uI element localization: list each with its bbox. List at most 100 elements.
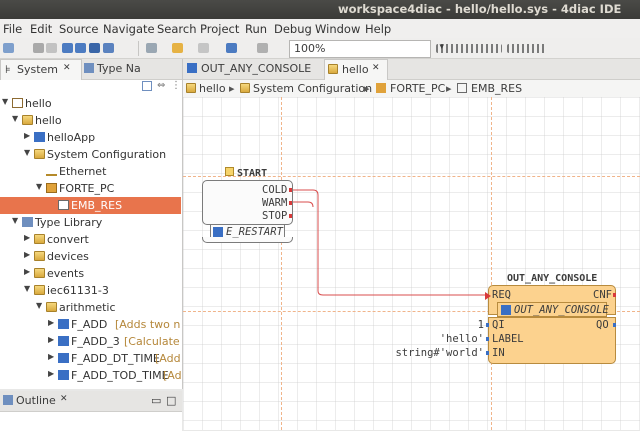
tree-item-iec61131-3[interactable]: ▼ iec61131-3 [0,282,180,299]
forward-icon[interactable] [198,43,209,53]
diagram-canvas[interactable]: START COLD WARM STOP E_RESTART OUT_ANY_C… [183,97,640,430]
menu-bar: File Edit Source Navigate Search Project… [0,19,640,38]
port-warm[interactable]: WARM [262,197,287,209]
tree-item-hello-root[interactable]: ▼ hello [0,95,180,112]
window-title: workspace4diac - hello/hello.sys - 4diac… [338,2,622,16]
new-icon[interactable] [3,43,14,53]
breadcrumb-emb-res[interactable]: EMB_RES [471,82,522,95]
function-block-icon [501,305,511,315]
tab-system[interactable]: ⊧ System ✕ [0,59,82,80]
function-block-icon [58,370,69,380]
value-label[interactable]: 'hello' [440,333,484,345]
tree-item-f-add-dt-time[interactable]: ▶ F_ADD_DT_TIME [Add [0,350,181,367]
menu-window[interactable]: Window [315,22,360,36]
connection-cold-req[interactable] [292,189,486,296]
tree-item-f-add-tod-time[interactable]: ▶ F_ADD_TOD_TIME [Ad [0,367,181,384]
menu-project[interactable]: Project [200,22,239,36]
console-block-type: OUT_ANY_CONSOLE [514,304,609,316]
chevron-right-icon: ▸ [446,82,452,95]
port-qo[interactable]: QO [596,319,609,331]
collapse-all-icon[interactable] [142,81,152,91]
save-icon[interactable] [33,43,44,53]
event-output-marker [613,293,616,297]
tree-item-helloapp[interactable]: ▶ helloApp [0,129,180,146]
value-in[interactable]: string#'world' [395,347,484,359]
left-panel-tabs: ⊧ System ✕ Type Na [0,59,182,80]
minimize-icon[interactable]: ▭ [151,394,161,407]
tree-item-arithmetic[interactable]: ▼ arithmetic [0,299,180,316]
tree-item-ethernet[interactable]: Ethernet [0,163,180,180]
port-cnf[interactable]: CNF [593,289,612,301]
close-icon[interactable]: ✕ [60,394,68,404]
match-size-icons[interactable] [507,44,547,53]
console-block-name[interactable]: OUT_ANY_CONSOLE [507,273,597,284]
monitor-icon[interactable] [103,43,114,53]
port-qi[interactable]: QI [492,319,505,331]
folder-icon [34,285,45,295]
tab-out-any-console[interactable]: OUT_ANY_CONSOLE [183,59,323,79]
application-icon [34,132,45,142]
link-editor-icon[interactable]: ⇔ [157,80,165,91]
menu-source[interactable]: Source [59,22,99,36]
function-block-icon [58,336,69,346]
resource-icon [457,83,467,93]
build-icon[interactable] [75,43,86,53]
tree-item-system-configuration[interactable]: ▼ System Configuration [0,146,180,163]
breadcrumb-hello[interactable]: hello [199,82,226,95]
tree-item-f-add-3[interactable]: ▶ F_ADD_3 [Calculate ar [0,333,181,350]
tree-item-events[interactable]: ▶ events [0,265,180,282]
data-input-marker [486,323,489,327]
tree-item-f-add[interactable]: ▶ F_ADD [Adds two num [0,316,181,333]
tree-item-devices[interactable]: ▶ devices [0,248,180,265]
tab-type-navigator[interactable]: Type Na [82,59,182,79]
port-req[interactable]: REQ [492,289,511,301]
menu-edit[interactable]: Edit [30,22,52,36]
breadcrumb-forte-pc[interactable]: FORTE_PC [390,82,445,95]
device-icon [376,83,386,93]
event-output-marker [289,188,292,192]
deploy-icon[interactable] [89,43,100,53]
type-library-icon [22,217,33,227]
menu-navigate[interactable]: Navigate [103,22,155,36]
connection-warm-req[interactable] [292,201,314,208]
type-navigator-icon [84,63,94,73]
tab-hello[interactable]: hello ✕ [324,59,388,80]
tree-item-hello-system[interactable]: ▼ hello [0,112,180,129]
view-menu-icon[interactable]: ⋮ [171,80,181,91]
maximize-icon[interactable]: □ [166,394,176,407]
menu-run[interactable]: Run [245,22,267,36]
outline-title[interactable]: Outline [16,394,56,407]
close-icon[interactable]: ✕ [63,63,71,73]
menu-file[interactable]: File [3,22,22,36]
next-annotation-icon[interactable] [146,43,157,53]
tree-item-emb-res[interactable]: EMB_RES [0,197,181,214]
start-block-name[interactable]: START [225,167,267,179]
value-qi[interactable]: 1 [478,319,484,331]
tree-item-convert[interactable]: ▶ convert [0,231,180,248]
back-icon[interactable] [172,43,183,53]
folder-icon [34,268,45,278]
tree-item-forte-pc[interactable]: ▼ FORTE_PC [0,180,180,197]
port-stop[interactable]: STOP [262,210,287,222]
chevron-right-icon: ▸ [229,82,235,95]
save-all-icon[interactable] [46,43,57,53]
link-icon[interactable] [226,43,237,53]
port-in[interactable]: IN [492,347,505,359]
menu-help[interactable]: Help [365,22,391,36]
folder-icon [34,234,45,244]
align-icons[interactable] [436,44,502,53]
run-icon[interactable] [62,43,73,53]
menu-search[interactable]: Search [157,22,197,36]
zoom-combo[interactable]: 100% ▾ [289,40,444,58]
lock-icon [225,167,234,176]
breadcrumb-system-configuration[interactable]: System Configuration [253,82,372,95]
port-cold[interactable]: COLD [262,184,287,196]
tree-item-type-library[interactable]: ▼ Type Library [0,214,180,231]
menu-debug[interactable]: Debug [274,22,312,36]
system-icon [22,115,33,125]
close-icon[interactable]: ✕ [372,63,380,73]
function-block-icon [58,353,69,363]
port-label[interactable]: LABEL [492,333,524,345]
layout-icon[interactable] [257,43,268,53]
chevron-right-icon: ▸ [364,82,370,95]
